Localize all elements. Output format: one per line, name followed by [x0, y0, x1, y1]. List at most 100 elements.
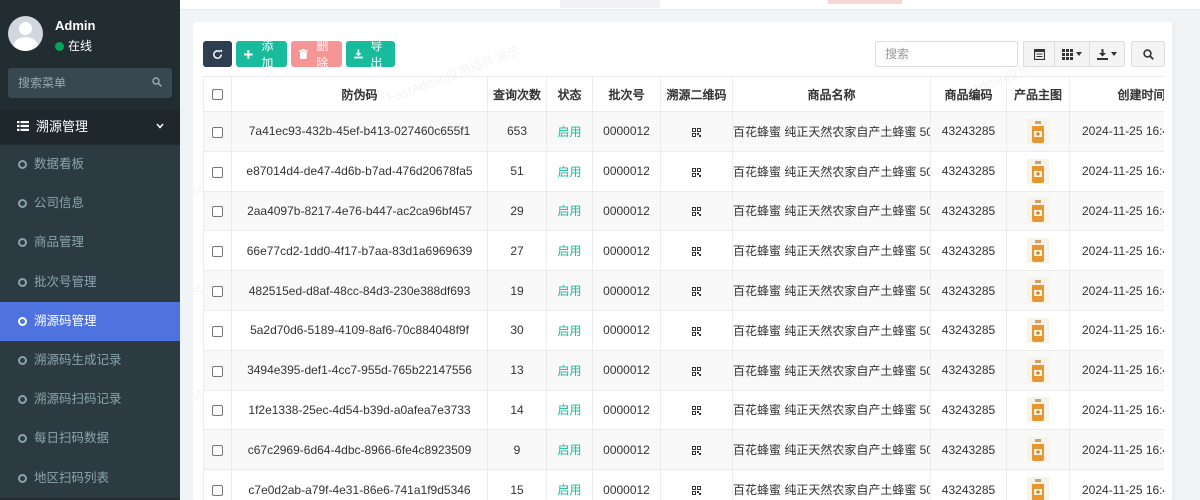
- sidebar-item[interactable]: 商品管理: [0, 223, 180, 263]
- columns-dropdown-button[interactable]: [1054, 41, 1090, 67]
- col-header-status[interactable]: 状态: [546, 76, 593, 112]
- col-header-code[interactable]: 防伪码: [231, 76, 488, 112]
- nav-tab[interactable]: [560, 0, 660, 8]
- code-cell: e87014d4-de47-4d6b-b7ad-476d20678fa5: [231, 150, 488, 192]
- col-header-qrcode[interactable]: 溯源二维码: [660, 76, 733, 112]
- refresh-button[interactable]: [203, 41, 232, 67]
- created-cell: 2024-11-25 16:4: [1069, 429, 1164, 471]
- row-checkbox[interactable]: [212, 405, 223, 417]
- status-cell[interactable]: 启用: [546, 230, 593, 272]
- status-cell[interactable]: 启用: [546, 429, 593, 471]
- row-select-cell: [203, 111, 232, 152]
- product-thumbnail[interactable]: [1027, 477, 1049, 500]
- table-row[interactable]: c67c2969-6d64-4dbc-8966-6fe4c8923509 9 启用 0…: [203, 429, 1164, 471]
- product-thumbnail[interactable]: [1027, 158, 1049, 184]
- qrcode-icon[interactable]: [692, 247, 701, 257]
- col-header-count[interactable]: 查询次数: [487, 76, 547, 112]
- row-checkbox[interactable]: [212, 126, 223, 138]
- qrcode-icon[interactable]: [692, 366, 701, 376]
- status-cell[interactable]: 启用: [546, 389, 593, 431]
- qrcode-icon[interactable]: [692, 286, 701, 296]
- code-cell: c67c2969-6d64-4dbc-8966-6fe4c8923509: [231, 429, 488, 471]
- sidebar-item[interactable]: 公司信息: [0, 184, 180, 224]
- table-row[interactable]: 7a41ec93-432b-45ef-b413-027460c655f1 653 启…: [203, 111, 1164, 152]
- row-checkbox[interactable]: [212, 206, 223, 218]
- tool-group: [1023, 41, 1125, 67]
- table-row[interactable]: 3494e395-def1-4cc7-955d-765b22147556 13 启用…: [203, 349, 1164, 391]
- sidebar-item[interactable]: 数据看板: [0, 145, 180, 185]
- col-header-product-name[interactable]: 商品名称: [732, 76, 931, 112]
- product-thumbnail[interactable]: [1027, 437, 1049, 463]
- status-cell[interactable]: 启用: [546, 270, 593, 311]
- export-dropdown-button[interactable]: [1089, 41, 1125, 67]
- sidebar-search-input[interactable]: [8, 68, 148, 98]
- sidebar: Admin 在线 溯源管理 数据看板公司信息商品管理批次号管理溯源码管理溯源码生…: [0, 0, 180, 500]
- product-thumbnail[interactable]: [1027, 357, 1049, 383]
- product-thumbnail[interactable]: [1027, 118, 1049, 144]
- row-checkbox[interactable]: [212, 246, 223, 258]
- delete-button[interactable]: 删除: [291, 39, 342, 70]
- sidebar-item[interactable]: 每日扫码数据: [0, 419, 180, 459]
- product-name-cell: 百花蜂蜜 纯正天然农家自产土蜂蜜 500g/瓶: [732, 230, 931, 272]
- col-header-batch[interactable]: 批次号: [592, 76, 661, 112]
- sidebar-item-label: 批次号管理: [34, 274, 97, 289]
- sidebar-item[interactable]: 地区扫码列表: [0, 458, 180, 498]
- table-row[interactable]: 66e77cd2-1dd0-4f17-b7aa-83d1a6969639 27 启用…: [203, 230, 1164, 272]
- export-icon: [1097, 48, 1108, 60]
- col-header-image[interactable]: 产品主图: [1006, 76, 1070, 112]
- sidebar-item[interactable]: 溯源码管理: [0, 301, 180, 341]
- scrollbar[interactable]: [1172, 22, 1176, 500]
- product-name-cell: 百花蜂蜜 纯正天然农家自产土蜂蜜 500g/瓶: [732, 429, 931, 471]
- status-cell[interactable]: 启用: [546, 111, 593, 152]
- row-checkbox[interactable]: [212, 484, 223, 496]
- row-checkbox[interactable]: [212, 166, 223, 178]
- image-cell: [1006, 429, 1070, 471]
- select-all-checkbox[interactable]: [212, 89, 223, 101]
- status-cell[interactable]: 启用: [546, 150, 593, 192]
- search-input[interactable]: [875, 41, 1018, 67]
- search-button[interactable]: [1131, 41, 1165, 67]
- product-thumbnail[interactable]: [1027, 238, 1049, 264]
- qrcode-icon[interactable]: [692, 446, 701, 456]
- status-cell[interactable]: 启用: [546, 190, 593, 232]
- nav-tab-highlight[interactable]: [828, 0, 902, 4]
- table-row[interactable]: 1f2e1338-25ec-4d54-b39d-a0afea7e3733 14 启用…: [203, 389, 1164, 431]
- product-thumbnail[interactable]: [1027, 317, 1049, 343]
- product-name-cell: 百花蜂蜜 纯正天然农家自产土蜂蜜 500g/瓶: [732, 270, 931, 311]
- qrcode-icon[interactable]: [692, 207, 701, 217]
- sidebar-item[interactable]: 溯源码生成记录: [0, 340, 180, 381]
- sidebar-item[interactable]: 溯源码扫码记录: [0, 380, 180, 420]
- product-thumbnail[interactable]: [1027, 198, 1049, 224]
- table-row[interactable]: 482515ed-d8af-48cc-84d3-230e388df693 19 启用…: [203, 270, 1164, 311]
- row-checkbox[interactable]: [212, 325, 223, 337]
- product-thumbnail[interactable]: [1027, 278, 1049, 304]
- qrcode-icon[interactable]: [692, 406, 701, 416]
- table-row[interactable]: c7e0d2ab-a79f-4e31-86e6-741a1f9d5346 15 启用…: [203, 469, 1164, 500]
- status-cell[interactable]: 启用: [546, 309, 593, 351]
- select-all-cell: [203, 76, 232, 112]
- toggle-view-button[interactable]: [1023, 41, 1055, 67]
- qrcode-icon[interactable]: [692, 127, 701, 137]
- row-checkbox[interactable]: [212, 445, 223, 457]
- search-icon[interactable]: [152, 77, 162, 87]
- sku-cell: 43243285: [930, 270, 1007, 311]
- row-select-cell: [203, 309, 232, 351]
- qrcode-icon[interactable]: [692, 485, 701, 495]
- table-row[interactable]: 5a2d70d6-5189-4109-8af6-70c884048f9f 30 启用…: [203, 309, 1164, 351]
- qrcode-icon[interactable]: [692, 167, 701, 177]
- row-checkbox[interactable]: [212, 285, 223, 297]
- row-checkbox[interactable]: [212, 365, 223, 377]
- col-header-created[interactable]: 创建时间: [1069, 76, 1164, 112]
- col-header-sku[interactable]: 商品编码: [930, 76, 1007, 112]
- sidebar-group-trace[interactable]: 溯源管理: [0, 110, 180, 144]
- status-cell[interactable]: 启用: [546, 469, 593, 500]
- sidebar-item[interactable]: 批次号管理: [0, 262, 180, 302]
- product-thumbnail[interactable]: [1027, 397, 1049, 423]
- add-button[interactable]: 添加: [236, 39, 287, 70]
- qrcode-icon[interactable]: [692, 326, 701, 336]
- table-row[interactable]: e87014d4-de47-4d6b-b7ad-476d20678fa5 51 启用…: [203, 150, 1164, 192]
- status-cell[interactable]: 启用: [546, 349, 593, 391]
- export-button[interactable]: 导出: [346, 39, 395, 70]
- delete-button-label: 删除: [316, 39, 329, 70]
- table-row[interactable]: 2aa4097b-8217-4e76-b447-ac2ca96bf457 29 启用…: [203, 190, 1164, 232]
